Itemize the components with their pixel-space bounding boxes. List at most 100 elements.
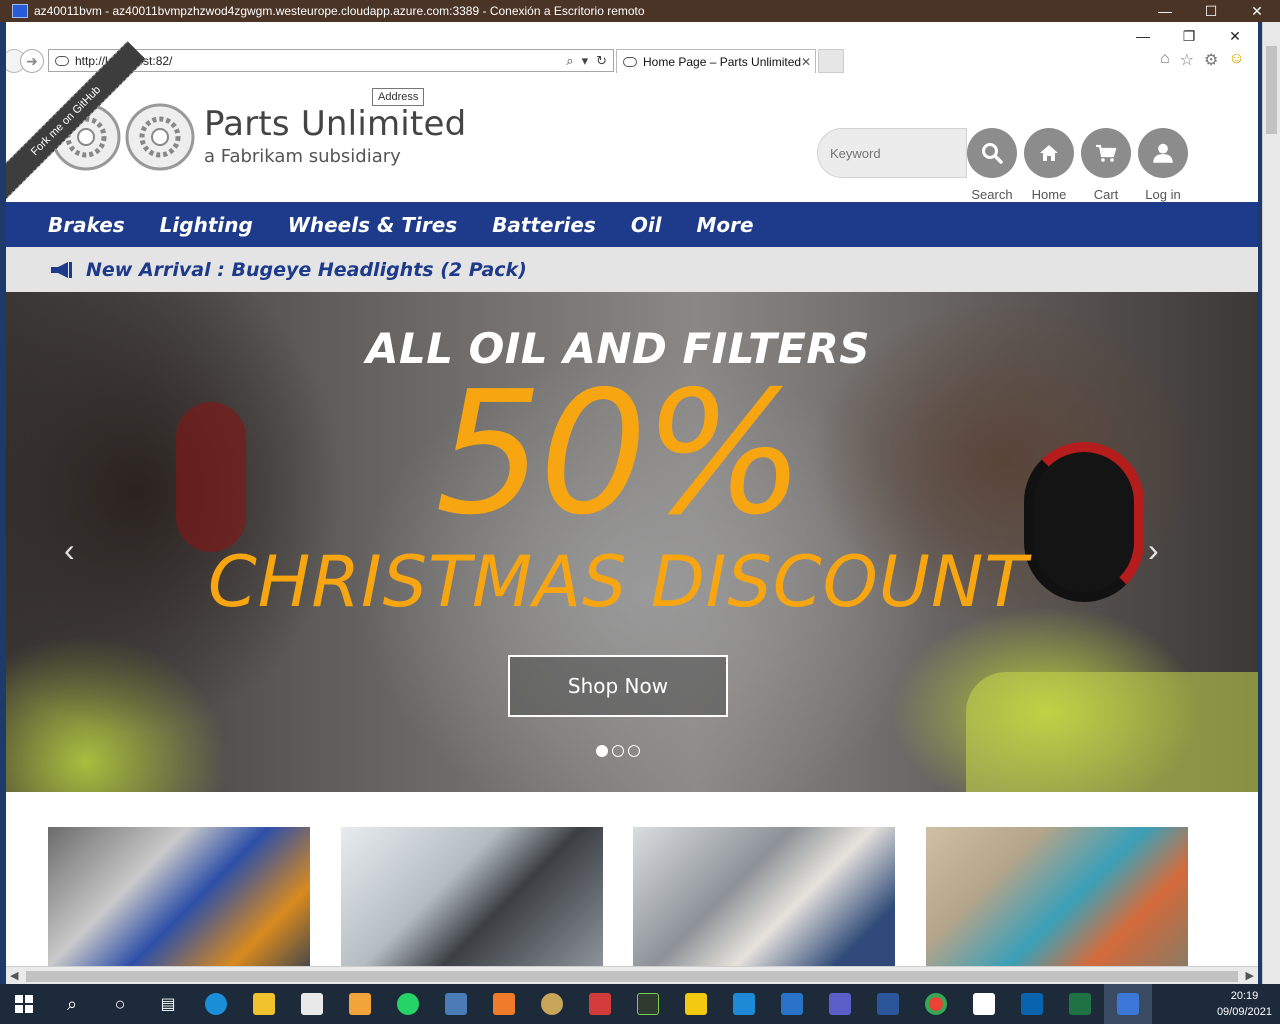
search-box	[817, 128, 967, 178]
brand[interactable]: Parts Unlimited a Fabrikam subsidiary	[204, 104, 466, 167]
taskbar-explorer[interactable]	[240, 984, 288, 1024]
carousel-prev-icon[interactable]: ‹	[64, 532, 75, 569]
category-tile-people[interactable]	[926, 827, 1188, 966]
taskbar-teams[interactable]	[816, 984, 864, 1024]
taskbar-search[interactable]: ⌕	[48, 984, 96, 1024]
taskbar: ⌕ ○ ▤ 20:19 09/09/2021	[0, 984, 1280, 1024]
browser-toolbar: — ❐ ✕ ➜ http://localhost:82/ ⌕ ▾ ↻ Home …	[6, 22, 1258, 78]
vertical-scrollbar[interactable]	[1262, 22, 1280, 986]
tab-home-page[interactable]: Home Page – Parts Unlimited ✕	[616, 49, 816, 73]
taskbar-edge[interactable]	[192, 984, 240, 1024]
rdp-close-button[interactable]: ✕	[1234, 0, 1280, 22]
nav-item-batteries[interactable]: Batteries	[492, 213, 596, 237]
cart-icon	[1096, 144, 1117, 162]
rdp-maximize-button[interactable]: ☐	[1188, 0, 1234, 22]
home-icon	[1040, 145, 1058, 161]
taskbar-remote-desktop[interactable]	[1104, 984, 1152, 1024]
browser-restore-button[interactable]: ❐	[1166, 24, 1212, 48]
address-tooltip: Address	[372, 88, 425, 106]
category-tile-customer-service[interactable]	[341, 827, 603, 966]
edge-icon	[205, 993, 227, 1015]
search-icon	[982, 143, 1003, 164]
browser-tools: ⌂ ☆ ⚙ ☺	[1160, 50, 1245, 70]
teams-icon	[829, 993, 851, 1015]
vmware-icon	[445, 993, 467, 1015]
taskbar-snip[interactable]	[576, 984, 624, 1024]
search-button[interactable]	[967, 128, 1017, 178]
taskbar-vscode[interactable]	[720, 984, 768, 1024]
tab-close-icon[interactable]: ✕	[801, 55, 811, 69]
cart-button[interactable]	[1081, 128, 1131, 178]
start-button[interactable]	[0, 984, 48, 1024]
rdp-window-controls: — ☐ ✕	[1142, 0, 1280, 22]
scroll-right-icon[interactable]: ▶	[1246, 969, 1254, 982]
search-label[interactable]: Search	[962, 187, 1022, 202]
forward-button[interactable]: ➜	[20, 49, 44, 73]
taskbar-photos[interactable]	[768, 984, 816, 1024]
taskbar-store[interactable]	[288, 984, 336, 1024]
carousel-dot[interactable]	[628, 745, 640, 757]
dropdown-icon[interactable]: ▾	[582, 53, 589, 69]
taskbar-excel[interactable]	[1056, 984, 1104, 1024]
announcement-link[interactable]: New Arrival : Bugeye Headlights (2 Pack)	[86, 259, 527, 281]
taskbar-media[interactable]	[336, 984, 384, 1024]
taskbar-terminal[interactable]	[624, 984, 672, 1024]
app-icon	[493, 993, 515, 1015]
vertical-scrollbar-thumb[interactable]	[1266, 46, 1277, 134]
taskbar-vmware[interactable]	[432, 984, 480, 1024]
carousel-dot[interactable]	[612, 745, 624, 757]
home-label[interactable]: Home	[1019, 187, 1079, 202]
shop-now-button[interactable]: Shop Now	[508, 655, 728, 717]
browser-minimize-button[interactable]: —	[1120, 24, 1166, 48]
horizontal-scrollbar[interactable]: ◀ ▶	[6, 966, 1258, 986]
home-button[interactable]	[1024, 128, 1074, 178]
arrow-right-icon: ➜	[26, 52, 38, 69]
refresh-icon[interactable]: ↻	[596, 53, 607, 69]
star-icon[interactable]: ☆	[1180, 50, 1194, 70]
taskbar-word[interactable]	[864, 984, 912, 1024]
vscode-icon	[733, 993, 755, 1015]
browser-close-button[interactable]: ✕	[1212, 24, 1258, 48]
nav-item-oil[interactable]: Oil	[631, 213, 662, 237]
folder-icon	[253, 993, 275, 1015]
nav-item-brakes[interactable]: Brakes	[48, 213, 125, 237]
user-icon	[1153, 143, 1173, 163]
home-icon[interactable]: ⌂	[1160, 50, 1170, 70]
scroll-left-icon[interactable]: ◀	[10, 969, 18, 982]
brand-name: Parts Unlimited	[204, 104, 467, 144]
search-icon[interactable]: ⌕	[566, 53, 573, 69]
taskbar-chrome[interactable]	[912, 984, 960, 1024]
taskbar-outlook[interactable]	[1008, 984, 1056, 1024]
taskbar-paint[interactable]	[528, 984, 576, 1024]
task-view-button[interactable]: ▤	[144, 984, 192, 1024]
carousel-indicators	[596, 745, 640, 757]
task-view-icon: ▤	[160, 996, 176, 1013]
search-input[interactable]	[830, 145, 960, 161]
carousel-dot[interactable]	[596, 745, 608, 757]
taskbar-clock[interactable]: 20:19 09/09/2021	[1217, 988, 1272, 1020]
login-label[interactable]: Log in	[1133, 187, 1193, 202]
taskbar-typora[interactable]	[960, 984, 1008, 1024]
taskbar-powerbi[interactable]	[672, 984, 720, 1024]
category-tile-parts[interactable]	[48, 827, 310, 966]
nav-item-lighting[interactable]: Lighting	[160, 213, 253, 237]
rdp-app-icon	[12, 4, 28, 18]
outlook-icon	[1021, 993, 1043, 1015]
nav-item-wheels-tires[interactable]: Wheels & Tires	[288, 213, 457, 237]
gear-icon[interactable]: ⚙	[1204, 50, 1218, 70]
taskbar-app-orange[interactable]	[480, 984, 528, 1024]
cart-label[interactable]: Cart	[1076, 187, 1136, 202]
smiley-icon[interactable]: ☺	[1228, 50, 1244, 70]
nav-item-more[interactable]: More	[697, 213, 754, 237]
rdp-minimize-button[interactable]: —	[1142, 0, 1188, 22]
horizontal-scrollbar-thumb[interactable]	[26, 971, 1238, 982]
carousel-next-icon[interactable]: ›	[1148, 532, 1159, 569]
hero-carousel: ALL OIL AND FILTERS 50% CHRISTMAS DISCOU…	[6, 292, 1258, 792]
taskbar-whatsapp[interactable]	[384, 984, 432, 1024]
login-button[interactable]	[1138, 128, 1188, 178]
paint-icon	[541, 993, 563, 1015]
terminal-icon	[637, 993, 659, 1015]
cortana-button[interactable]: ○	[96, 984, 144, 1024]
category-tile-mechanic[interactable]	[633, 827, 895, 966]
new-tab-button[interactable]	[818, 49, 844, 73]
